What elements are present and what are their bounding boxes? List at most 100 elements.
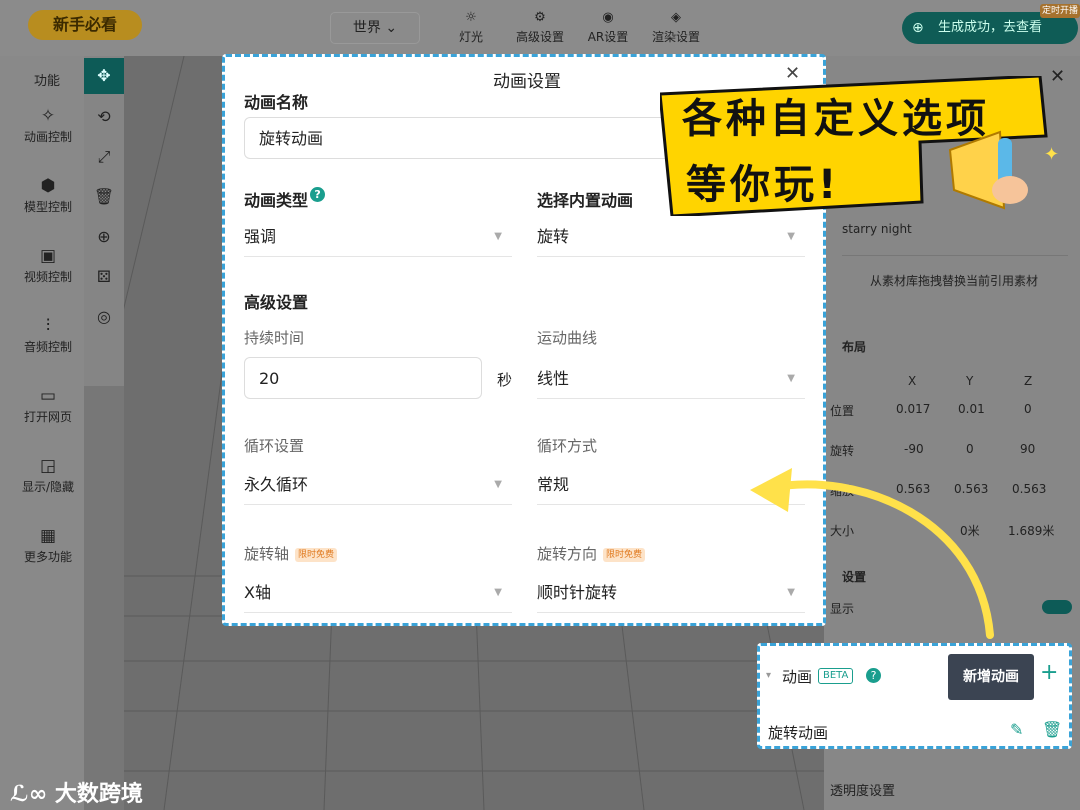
rotation-axis-select[interactable]: X轴 ▼ (244, 573, 512, 613)
help-icon[interactable]: ? (310, 187, 326, 202)
ar-icon: ◉ (602, 10, 614, 25)
check-icon: ⊕ (912, 20, 924, 36)
sidebar-item-animation[interactable]: ✧ 动画控制 (0, 106, 96, 145)
duration-input[interactable]: 20 (244, 357, 482, 399)
sidebar-item-more[interactable]: ▦ 更多功能 (0, 526, 96, 565)
advanced-settings-title: 高级设置 (244, 293, 309, 312)
material-value: starry night (842, 222, 912, 236)
screen-cast-icon: ▭ (39, 386, 57, 406)
light-button[interactable]: ☼ 灯光 (436, 10, 506, 45)
visibility-tool-button[interactable]: ◎ (84, 299, 124, 335)
gear-icon: ⚙ (534, 10, 546, 25)
duration-label: 持续时间 (244, 329, 305, 347)
move-icon: ✥ (97, 66, 111, 85)
watermark-text: 大数跨境 (54, 782, 143, 807)
beta-badge: BETA (818, 668, 854, 684)
watermark: ℒ∞ 大数跨境 (10, 776, 143, 808)
sidebar-title: 功能 (34, 74, 61, 89)
axis-y-header: Y (966, 374, 974, 388)
sidebar-item-label: 模型控制 (23, 200, 72, 214)
display-toggle[interactable] (1042, 600, 1072, 614)
rotation-z-input[interactable]: 90 (1020, 442, 1035, 456)
chevron-down-icon: ▼ (494, 587, 502, 598)
rotation-x-input[interactable]: -90 (904, 442, 924, 456)
animation-type-select[interactable]: 强调 ▼ (244, 217, 512, 257)
world-select[interactable]: 世界 ⌄ (330, 12, 420, 44)
delete-tool-button[interactable]: 🗑 (84, 179, 124, 215)
random-tool-button[interactable]: ⚄ (84, 259, 124, 295)
target-icon: ⊕ (97, 227, 111, 246)
collapse-icon[interactable]: ▾ (766, 670, 771, 681)
loop-setting-select[interactable]: 永久循环 ▼ (244, 465, 512, 505)
chevron-down-icon: ▼ (787, 373, 795, 384)
sidebar-item-audio[interactable]: ⫶ 音频控制 (0, 316, 96, 355)
function-sidebar (0, 56, 84, 810)
rotation-axis-value: X轴 (244, 583, 271, 602)
add-animation-button[interactable]: + (1040, 660, 1058, 685)
scale-tool-button[interactable]: ⤢ (84, 139, 124, 175)
layout-section-title[interactable]: 布局 (842, 338, 866, 355)
motion-curve-select[interactable]: 线性 ▼ (537, 359, 805, 399)
megaphone-icon: ✦ (940, 130, 1060, 220)
beginner-guide-logo[interactable]: 新手必看 (28, 10, 142, 40)
sidebar-item-model[interactable]: ⬢ 模型控制 (0, 176, 96, 215)
top-bar: 新手必看 世界 ⌄ ☼ 灯光 ⚙ 高级设置 ◉ AR设置 ◈ 渲染设置 ⊕ 生成成功，去查… (0, 0, 1080, 56)
help-icon[interactable]: ? (866, 668, 881, 683)
ar-label: AR设置 (587, 30, 629, 44)
motion-curve-value: 线性 (537, 369, 570, 388)
rotation-direction-value: 顺时针旋转 (537, 583, 618, 602)
material-select[interactable]: starry night (842, 222, 1068, 256)
sidebar-item-video[interactable]: ▣ 视频控制 (0, 246, 96, 285)
schedule-tag: 定时开播 (1040, 4, 1080, 18)
position-z-input[interactable]: 0 (1024, 402, 1032, 416)
loop-setting-value: 永久循环 (244, 475, 309, 494)
animation-panel: ▾ 动画 BETA ? 新增动画 + 旋转动画 ✎ 🗑 (757, 643, 1072, 749)
banner-line-2: 等你玩! (686, 162, 841, 208)
motion-curve-label: 运动曲线 (537, 329, 598, 347)
animation-list-item[interactable]: 旋转动画 (768, 722, 828, 743)
sidebar-item-webpage[interactable]: ▭ 打开网页 (0, 386, 96, 425)
paint-bucket-icon: ◈ (671, 10, 681, 25)
ar-settings-button[interactable]: ◉ AR设置 (573, 10, 643, 45)
rotate-tool-button[interactable]: ⟲ (84, 99, 124, 135)
sidebar-item-label: 显示/隐藏 (21, 480, 75, 494)
position-label: 位置 (830, 404, 855, 418)
position-y-input[interactable]: 0.01 (958, 402, 985, 416)
sidebar-item-label: 动画控制 (23, 130, 72, 144)
light-label: 灯光 (458, 30, 483, 44)
focus-tool-button[interactable]: ⊕ (84, 219, 124, 255)
panel-close-icon[interactable]: ✕ (1050, 66, 1065, 87)
position-x-input[interactable]: 0.017 (896, 402, 930, 416)
play-icon: ▣ (39, 246, 57, 266)
builtin-animation-select[interactable]: 旋转 ▼ (537, 217, 805, 257)
chevron-down-icon: ▼ (787, 231, 795, 242)
rotation-axis-label: 旋转轴 限时免费 (244, 543, 338, 564)
axis-z-header: Z (1024, 374, 1033, 388)
sidebar-item-label: 音频控制 (23, 340, 72, 354)
free-badge: 限时免费 (295, 547, 338, 562)
animation-name-label: 动画名称 (244, 93, 309, 112)
move-tool-button[interactable]: ✥ (84, 58, 124, 94)
picture-in-picture-icon: ◲ (39, 456, 57, 476)
sidebar-item-show-hide[interactable]: ◲ 显示/隐藏 (0, 456, 96, 495)
scale-z-input[interactable]: 0.563 (1012, 482, 1046, 496)
rotation-direction-text: 旋转方向 (537, 545, 598, 563)
loop-mode-label: 循环方式 (537, 437, 598, 455)
edit-icon[interactable]: ✎ (1010, 720, 1023, 739)
axis-x-header: X (908, 374, 917, 388)
loop-mode-value: 常规 (537, 475, 570, 494)
rotation-direction-label: 旋转方向 限时免费 (537, 543, 646, 564)
render-settings-button[interactable]: ◈ 渲染设置 (641, 10, 711, 45)
rotation-y-input[interactable]: 0 (966, 442, 974, 456)
animation-name-input[interactable]: 旋转动画 (244, 117, 674, 159)
status-label: 生成成功，去查看 (938, 20, 1043, 35)
animation-type-text: 动画类型 (244, 191, 309, 210)
animation-type-value: 强调 (244, 227, 277, 246)
sliders-icon: ⫶ (45, 316, 51, 336)
sidebar-item-label: 视频控制 (23, 270, 72, 284)
trash-icon: 🗑 (93, 187, 115, 206)
rotation-label: 旋转 (830, 444, 855, 458)
trash-icon[interactable]: 🗑 (1042, 720, 1062, 739)
opacity-setting-label[interactable]: 透明度设置 (830, 780, 895, 799)
advanced-settings-button[interactable]: ⚙ 高级设置 (505, 10, 575, 45)
